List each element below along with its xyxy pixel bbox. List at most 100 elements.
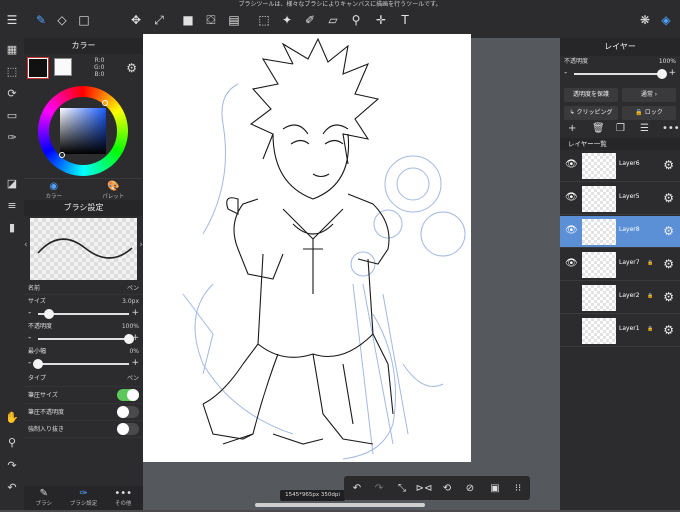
min-width-minus-button[interactable]: - xyxy=(28,358,31,368)
layers-icon[interactable]: ◈ xyxy=(657,11,675,29)
layer-row[interactable]: 👁 Layer6 ⚙ xyxy=(560,150,680,182)
layer-list-icon[interactable]: ☰ xyxy=(640,123,649,134)
eraser-icon[interactable]: ◇ xyxy=(53,11,71,29)
layer-settings-gear-icon[interactable]: ⚙ xyxy=(663,257,674,271)
fill-rect-icon[interactable]: ■ xyxy=(179,11,197,29)
grid-dots-icon[interactable]: ⁝⁝ xyxy=(510,480,526,496)
duplicate-layer-icon[interactable]: ❐ xyxy=(616,123,625,134)
brush-list-icon[interactable]: ≡ xyxy=(3,196,21,214)
gradient-icon[interactable]: ▤ xyxy=(225,11,243,29)
add-layer-icon[interactable]: + xyxy=(568,123,576,134)
min-width-track[interactable] xyxy=(38,363,129,365)
color-swatch-icon[interactable]: ◪ xyxy=(3,174,21,192)
layer-settings-gear-icon[interactable]: ⚙ xyxy=(663,224,674,238)
brush-name-row[interactable]: 名前 ペン xyxy=(24,282,143,295)
min-width-slider[interactable]: - + xyxy=(24,358,143,370)
min-width-knob[interactable] xyxy=(33,359,43,369)
layer-settings-gear-icon[interactable]: ⚙ xyxy=(663,191,674,205)
opacity-plus-button[interactable]: + xyxy=(131,333,139,343)
delete-layer-icon[interactable]: 🗑 xyxy=(592,123,605,134)
pressure-size-toggle[interactable] xyxy=(117,389,139,401)
layer-opacity-knob[interactable] xyxy=(657,69,667,79)
magic-wand-icon[interactable]: ✦ xyxy=(278,11,296,29)
pressure-opacity-toggle[interactable] xyxy=(117,406,139,418)
layer-row[interactable]: 👁 Layer5 ⚙ xyxy=(560,183,680,215)
eyedropper-side-icon[interactable]: ⚲ xyxy=(3,433,21,451)
pages-icon[interactable]: ▦ xyxy=(3,40,21,58)
protect-alpha-button[interactable]: 透明度を保護 xyxy=(564,88,618,102)
tab-color[interactable]: ◉ カラー xyxy=(24,179,84,200)
min-width-plus-button[interactable]: + xyxy=(131,358,139,368)
size-slider[interactable]: - + xyxy=(24,308,143,320)
edit-icon[interactable]: ▣ xyxy=(487,480,503,496)
layer-row[interactable]: Layer2 🔒 ⚙ xyxy=(560,282,680,314)
opacity-minus-button[interactable]: - xyxy=(28,333,31,343)
tab-palette[interactable]: 🎨 パレット xyxy=(84,179,144,200)
color-picker-cursor[interactable] xyxy=(59,152,65,158)
tab-brush[interactable]: ✎ ブラシ xyxy=(24,486,64,510)
clipping-button[interactable]: ↳ クリッピング xyxy=(564,106,618,120)
redo-icon[interactable]: ↷ xyxy=(3,456,21,474)
rotate-icon[interactable]: ⟳ xyxy=(3,84,21,102)
layer-settings-gear-icon[interactable]: ⚙ xyxy=(663,323,674,337)
color-wheel[interactable] xyxy=(24,82,143,178)
square-icon[interactable]: □ xyxy=(75,11,93,29)
eye-icon[interactable]: 👁 xyxy=(565,225,578,236)
lock-button[interactable]: 🔒 ロック xyxy=(622,106,676,120)
layer-more-icon[interactable]: ••• xyxy=(662,123,680,134)
flip-icon[interactable]: ⊳⊲ xyxy=(416,480,433,496)
layer-row[interactable]: Layer1 🔒 ⚙ xyxy=(560,315,680,347)
type-row[interactable]: タイプ ペン xyxy=(24,370,143,387)
opacity-slider[interactable]: - + xyxy=(24,333,143,345)
drawing-canvas[interactable] xyxy=(143,34,471,462)
tab-brush-settings[interactable]: ✑ ブラシ設定 xyxy=(64,486,104,510)
select-pen-icon[interactable]: ✐ xyxy=(301,11,319,29)
size-plus-button[interactable]: + xyxy=(131,308,139,318)
eye-icon[interactable]: 👁 xyxy=(565,159,578,170)
snap-off-icon[interactable]: ⊘ xyxy=(462,480,478,496)
redo-bottom-icon[interactable]: ↷ xyxy=(371,480,387,496)
bucket-icon[interactable]: ⛋ xyxy=(202,11,220,29)
prev-brush-icon[interactable]: ‹ xyxy=(24,240,28,250)
blend-mode-button[interactable]: 通常 › xyxy=(622,88,676,102)
select-eraser-icon[interactable]: ▱ xyxy=(324,11,342,29)
pen-pressure-icon[interactable]: ✑ xyxy=(3,128,21,146)
force-taper-toggle[interactable] xyxy=(117,423,139,435)
eye-icon[interactable]: 👁 xyxy=(565,258,578,269)
main-color-swatch[interactable] xyxy=(28,58,48,78)
size-knob[interactable] xyxy=(43,309,54,319)
brush-color-icon[interactable]: ▮ xyxy=(3,218,21,236)
color-settings-gear-icon[interactable]: ⚙ xyxy=(126,61,137,75)
transform-icon[interactable]: ⤢ xyxy=(150,11,168,29)
eyedropper-icon[interactable]: ⚲ xyxy=(347,11,365,29)
undo-bottom-icon[interactable]: ↶ xyxy=(349,480,365,496)
materials-icon[interactable]: ❋ xyxy=(636,11,654,29)
brush-icon[interactable]: ✎ xyxy=(32,11,50,29)
layer-opacity-plus-button[interactable]: + xyxy=(668,68,676,78)
tab-other[interactable]: ••• その他 xyxy=(103,486,143,510)
move-layer-icon[interactable]: ✛ xyxy=(372,11,390,29)
rotate-bottom-icon[interactable]: ⟲ xyxy=(439,480,455,496)
ruler-icon[interactable]: ▭ xyxy=(3,106,21,124)
menu-icon[interactable]: ☰ xyxy=(3,11,21,29)
layer-opacity-slider[interactable]: - + xyxy=(560,68,680,80)
layer-opacity-minus-button[interactable]: - xyxy=(564,68,567,78)
text-icon[interactable]: T xyxy=(396,11,414,29)
select-rect-icon[interactable]: ⬚ xyxy=(255,11,273,29)
layer-row[interactable]: 👁 Layer8 ⚙ xyxy=(560,216,680,248)
selection-icon[interactable]: ⬚ xyxy=(3,62,21,80)
move-icon[interactable]: ✥ xyxy=(127,11,145,29)
undo-icon[interactable]: ↶ xyxy=(3,478,21,496)
stabilizer-icon[interactable]: ⤡ xyxy=(394,480,410,496)
sub-color-swatch[interactable] xyxy=(54,58,72,76)
next-brush-icon[interactable]: › xyxy=(139,240,143,250)
opacity-track[interactable] xyxy=(38,338,129,340)
layer-opacity-track[interactable] xyxy=(574,73,666,75)
layer-settings-gear-icon[interactable]: ⚙ xyxy=(663,290,674,304)
layer-row[interactable]: 👁 Layer7 🔒 ⚙ xyxy=(560,249,680,281)
hand-icon[interactable]: ✋ xyxy=(3,408,21,426)
layer-settings-gear-icon[interactable]: ⚙ xyxy=(663,158,674,172)
saturation-value-square[interactable] xyxy=(60,108,106,154)
eye-icon[interactable]: 👁 xyxy=(565,192,578,203)
hue-cursor[interactable] xyxy=(102,100,108,106)
